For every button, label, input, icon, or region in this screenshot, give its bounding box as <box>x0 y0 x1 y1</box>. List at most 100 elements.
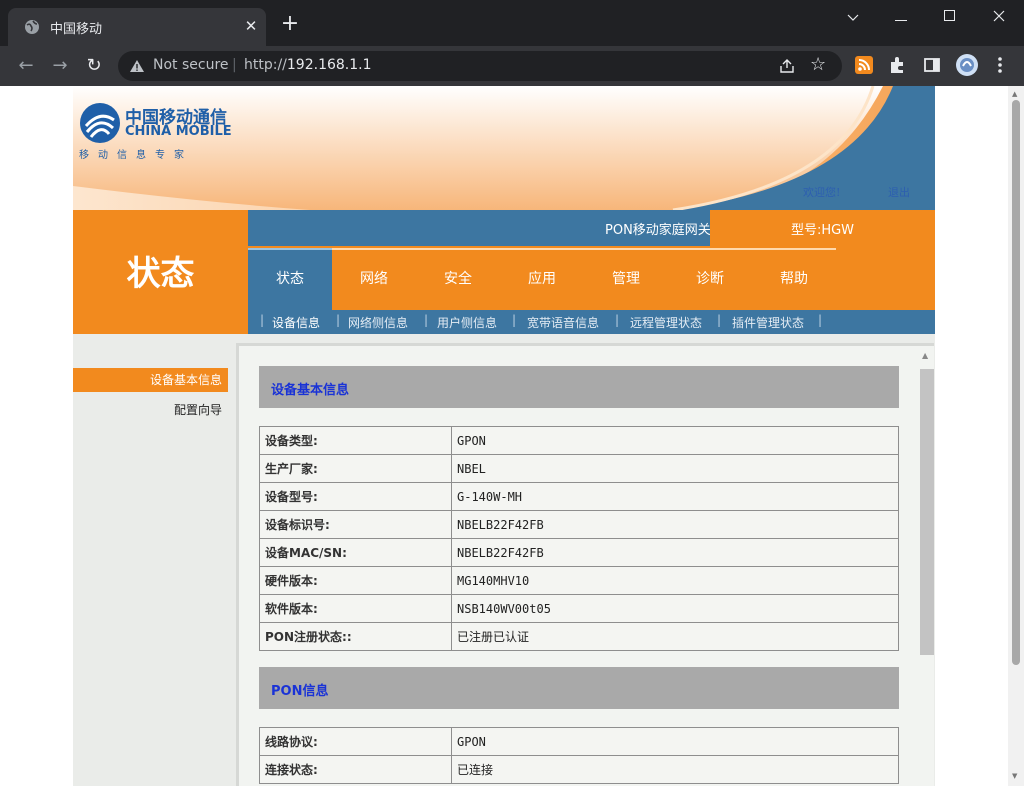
scroll-up-arrow-icon[interactable]: ▲ <box>922 351 928 360</box>
section-header-device-info: 设备基本信息 <box>259 366 899 408</box>
section-title: PON信息 <box>271 684 329 699</box>
tab-diagnostics[interactable]: 诊断 <box>668 248 752 310</box>
tab-close-icon[interactable]: ✕ <box>241 16 261 36</box>
sidebar-item-config-wizard[interactable]: 配置向导 <box>73 398 228 422</box>
row-label: 连接状态: <box>259 755 452 784</box>
menu-icon[interactable] <box>991 54 1009 76</box>
page-viewport: 中国移动通信 CHINA MOBILE 移动信息专家 欢迎您! 退出 状态 PO… <box>0 86 1008 786</box>
row-value: 已注册已认证 <box>451 622 899 651</box>
browser-tab[interactable]: 中国移动 ✕ <box>8 8 266 46</box>
row-value: GPON <box>451 426 899 455</box>
section-header-pon-info: PON信息 <box>259 667 899 709</box>
warning-icon[interactable] <box>129 58 145 74</box>
row-value: MG140MHV10 <box>451 566 899 595</box>
row-label: 线路协议: <box>259 727 452 756</box>
tab-management[interactable]: 管理 <box>584 248 668 310</box>
table-row: PON注册状态:: 已注册已认证 <box>259 622 899 651</box>
table-row: 连接状态: 已连接 <box>259 755 899 784</box>
chevron-down-icon[interactable] <box>838 8 868 28</box>
header-banner: 中国移动通信 CHINA MOBILE 移动信息专家 欢迎您! 退出 <box>73 86 935 210</box>
subtab-device-info[interactable]: 设备信息 <box>272 314 320 331</box>
sidebar: 设备基本信息 配置向导 <box>73 334 235 786</box>
globe-icon <box>25 20 39 34</box>
browser-titlebar: 中国移动 ✕ + <box>0 0 1024 46</box>
gateway-name: PON移动家庭网关 <box>605 223 711 238</box>
row-label: 生产厂家: <box>259 454 452 483</box>
row-label: 设备MAC/SN: <box>259 538 452 567</box>
page-title: 状态 <box>126 254 195 294</box>
sub-nav: | 设备信息 | 网络侧信息 | 用户侧信息 | 宽带语音信息 | 远程管理状态… <box>248 310 935 334</box>
subtab-voice-info[interactable]: 宽带语音信息 <box>527 314 599 331</box>
content-panel: 设备基本信息 设备类型: GPON 生产厂家: NBEL 设备型号: G-140W-M… <box>236 343 934 786</box>
extensions-icon[interactable] <box>887 54 909 76</box>
row-value: NSB140WV00t05 <box>451 594 899 623</box>
minimize-icon[interactable] <box>886 8 916 28</box>
logo-english: CHINA MOBILE <box>125 124 232 139</box>
maximize-icon[interactable] <box>935 8 965 28</box>
scrollbar-thumb[interactable] <box>920 369 934 655</box>
pon-info-table: 线路协议: GPON 连接状态: 已连接 <box>259 727 899 784</box>
back-icon[interactable]: ← <box>14 54 38 78</box>
subnav-separator: | <box>717 313 722 327</box>
tab-help[interactable]: 帮助 <box>752 248 836 310</box>
reload-icon[interactable]: ↻ <box>82 54 106 78</box>
forward-icon[interactable]: → <box>48 54 72 78</box>
bookmark-star-icon[interactable]: ☆ <box>810 54 826 75</box>
row-label: 硬件版本: <box>259 566 452 595</box>
scroll-down-arrow-icon[interactable]: ▼ <box>1012 772 1017 780</box>
subtab-lan-info[interactable]: 用户侧信息 <box>437 314 497 331</box>
tab-security[interactable]: 安全 <box>416 248 500 310</box>
logout-link[interactable]: 退出 <box>888 184 910 200</box>
not-secure-label[interactable]: Not secure <box>153 57 229 73</box>
row-value: GPON <box>451 727 899 756</box>
tab-application[interactable]: 应用 <box>500 248 584 310</box>
scroll-up-arrow-icon[interactable]: ▲ <box>1012 90 1017 98</box>
sidebar-item-device-basic-info[interactable]: 设备基本信息 <box>73 368 228 392</box>
table-row: 设备类型: GPON <box>259 426 899 455</box>
share-icon[interactable] <box>778 57 796 75</box>
welcome-text: 欢迎您! <box>803 186 841 199</box>
table-row: 硬件版本: MG140MHV10 <box>259 566 899 595</box>
row-label: 设备型号: <box>259 482 452 511</box>
row-label: 设备类型: <box>259 426 452 455</box>
subtab-plugin-status[interactable]: 插件管理状态 <box>732 314 804 331</box>
page-scrollbar[interactable]: ▲ ▼ <box>1008 86 1024 786</box>
tab-network[interactable]: 网络 <box>332 248 416 310</box>
subnav-separator: | <box>512 313 517 327</box>
device-info-table: 设备类型: GPON 生产厂家: NBEL 设备型号: G-140W-MH 设备标识号… <box>259 426 899 651</box>
url-text[interactable]: http://192.168.1.1 <box>244 57 372 73</box>
table-row: 生产厂家: NBEL <box>259 454 899 483</box>
row-value: G-140W-MH <box>451 482 899 511</box>
address-bar[interactable]: Not secure | http://192.168.1.1 ☆ <box>118 51 842 81</box>
scrollbar-thumb[interactable] <box>1012 100 1020 665</box>
row-label: 软件版本: <box>259 594 452 623</box>
row-value: 已连接 <box>451 755 899 784</box>
main-nav: 状态 网络 安全 应用 管理 诊断 帮助 <box>248 246 935 310</box>
row-value: NBELB22F42FB <box>451 510 899 539</box>
subnav-separator: | <box>424 313 429 327</box>
subtab-remote-mgmt-status[interactable]: 远程管理状态 <box>630 314 702 331</box>
new-tab-button[interactable]: + <box>280 13 300 35</box>
close-icon[interactable] <box>984 8 1014 28</box>
table-row: 设备标识号: NBELB22F42FB <box>259 510 899 539</box>
sidepanel-icon[interactable] <box>921 54 943 76</box>
china-mobile-logo: 中国移动通信 CHINA MOBILE 移动信息专家 <box>79 102 239 162</box>
subnav-separator: | <box>260 313 265 327</box>
page-title-block: 状态 <box>73 210 248 334</box>
logo-slogan: 移动信息专家 <box>79 150 193 161</box>
separator: | <box>232 57 237 73</box>
gateway-info-bar: PON移动家庭网关 型号:HGW <box>248 210 935 246</box>
tab-status[interactable]: 状态 <box>248 248 332 310</box>
subtab-wan-info[interactable]: 网络侧信息 <box>348 314 408 331</box>
profile-avatar[interactable] <box>955 53 979 77</box>
table-row: 设备MAC/SN: NBELB22F42FB <box>259 538 899 567</box>
table-row: 线路协议: GPON <box>259 727 899 756</box>
row-label: PON注册状态:: <box>259 622 452 651</box>
model-label: 型号:HGW <box>790 223 855 238</box>
router-page: 中国移动通信 CHINA MOBILE 移动信息专家 欢迎您! 退出 状态 PO… <box>73 86 935 786</box>
rss-icon[interactable] <box>853 54 875 76</box>
subnav-separator: | <box>818 313 823 327</box>
subnav-separator: | <box>336 313 341 327</box>
subnav-separator: | <box>615 313 620 327</box>
content-scrollbar[interactable]: ▲ <box>920 351 934 655</box>
